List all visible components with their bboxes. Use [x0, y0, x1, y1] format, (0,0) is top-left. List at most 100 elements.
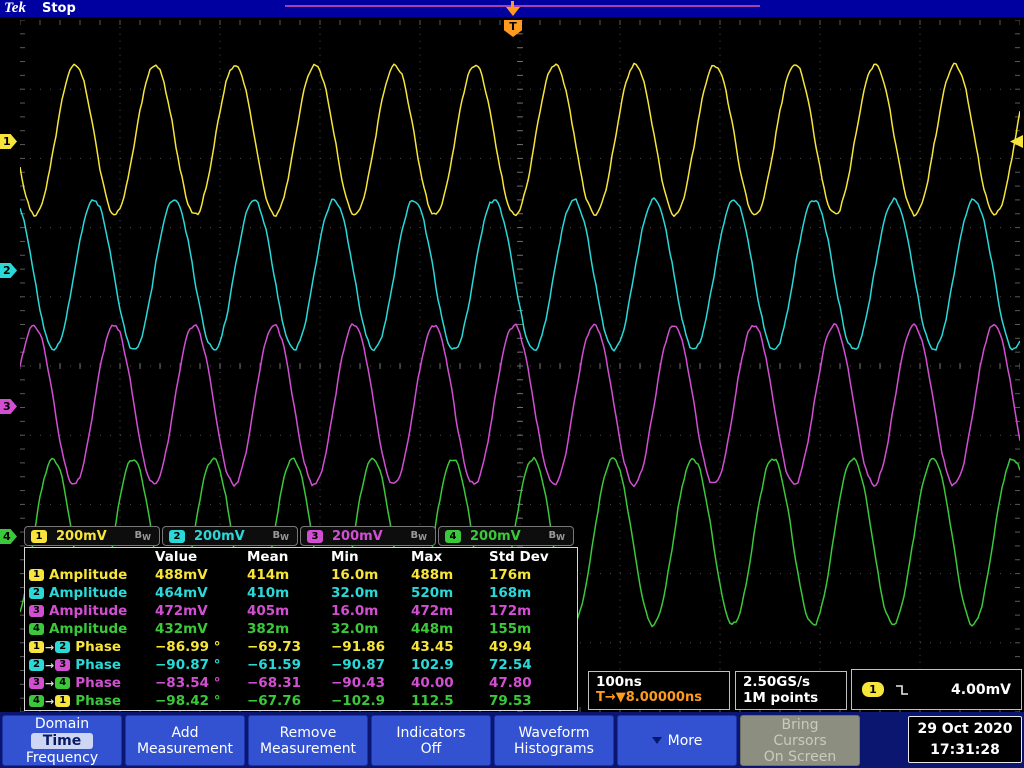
- channel-badge: 4: [445, 529, 461, 543]
- phase-arrow-icon: →: [45, 658, 55, 672]
- channel2-position-marker: 2: [0, 263, 17, 278]
- channel-scale: 200mV: [56, 528, 107, 544]
- menu-remove-l1: Remove: [279, 724, 337, 741]
- measurement-std: 155m: [489, 621, 532, 637]
- channel-scale: 200mV: [194, 528, 245, 544]
- measurement-label: 3 → 4 Phase: [25, 675, 155, 691]
- channel4-position-marker: 4: [0, 529, 17, 544]
- date-text: 29 Oct 2020: [917, 721, 1013, 737]
- measurement-row: 4 → 1 Phase −98.42 ° −67.76 −102.9 112.5 79.53: [25, 692, 577, 710]
- measurement-row: 2 Amplitude 464mV 410m 32.0m 520m 168m: [25, 584, 577, 602]
- channel-readout-strip: 1 200mV BW 2 200mV BW 3 200mV BW 4 200mV BW: [24, 526, 574, 546]
- menu-indicators-l2: Off: [420, 740, 442, 757]
- channel-badge: 4: [55, 677, 71, 689]
- channel-2-readout[interactable]: 2 200mV BW: [162, 526, 298, 546]
- header-value: Value: [155, 549, 198, 565]
- measurement-row: 2 → 3 Phase −90.87 ° −61.59 −90.87 102.9 72.54: [25, 656, 577, 674]
- menu-more-button[interactable]: More: [617, 715, 737, 766]
- measurement-min: 16.0m: [331, 603, 379, 619]
- measurement-value: −86.99 °: [155, 639, 221, 655]
- measurement-name: Phase: [75, 693, 122, 709]
- measurement-std: 176m: [489, 567, 532, 583]
- trigger-level-value: 4.00mV: [951, 681, 1011, 698]
- channel-1-readout[interactable]: 1 200mV BW: [24, 526, 160, 546]
- menu-indicators-button[interactable]: Indicators Off: [371, 715, 491, 766]
- trigger-readout: 1 4.00mV: [851, 669, 1022, 710]
- channel-badge: 3: [55, 659, 71, 671]
- header-mean: Mean: [247, 549, 289, 565]
- measurement-row: 3 → 4 Phase −83.54 ° −68.31 −90.43 40.00 47.80: [25, 674, 577, 692]
- measurement-label: 1 → 2 Phase: [25, 639, 155, 655]
- acquisition-readout: 2.50GS/s 1M points: [735, 671, 847, 710]
- menu-remove-measurement-button[interactable]: Remove Measurement: [248, 715, 368, 766]
- measurement-name: Amplitude: [49, 621, 128, 637]
- menu-domain-selected-time[interactable]: Time: [30, 732, 94, 749]
- measurement-value: −90.87 °: [155, 657, 221, 673]
- phase-arrow-icon: →: [45, 694, 55, 708]
- channel1-position-marker: 1: [0, 134, 17, 149]
- header-min: Min: [331, 549, 359, 565]
- channel-badge: 4: [29, 623, 44, 635]
- menu-domain-button[interactable]: Domain Time Frequency: [2, 715, 122, 766]
- channel-badge: 1: [31, 529, 47, 543]
- measurement-label: 1 Amplitude: [25, 567, 155, 583]
- measurement-max: 40.00: [411, 675, 454, 691]
- measurement-panel: Value Mean Min Max Std Dev 1 Amplitude 488…: [24, 547, 578, 711]
- measurement-header-row: Value Mean Min Max Std Dev: [25, 548, 577, 566]
- channel-badge: 2: [29, 587, 44, 599]
- measurement-std: 72.54: [489, 657, 532, 673]
- channel-scale: 200mV: [470, 528, 521, 544]
- menu-waveform-histograms-button[interactable]: Waveform Histograms: [494, 715, 614, 766]
- channel-badge: 2: [55, 641, 71, 653]
- datetime-display: 29 Oct 2020 17:31:28: [908, 716, 1022, 763]
- measurement-max: 472m: [411, 603, 454, 619]
- measurement-min: −91.86: [331, 639, 386, 655]
- measurement-row: 1 → 2 Phase −86.99 ° −69.73 −91.86 43.45 49.94: [25, 638, 577, 656]
- measurement-name: Amplitude: [49, 585, 128, 601]
- menu-indicators-l1: Indicators: [396, 724, 466, 741]
- measurement-value: 472mV: [155, 603, 208, 619]
- channel3-position-marker: 3: [0, 399, 17, 414]
- measurement-name: Amplitude: [49, 603, 128, 619]
- menu-add-measurement-button[interactable]: Add Measurement: [125, 715, 245, 766]
- measurement-mean: 410m: [247, 585, 290, 601]
- measurement-label: 3 Amplitude: [25, 603, 155, 619]
- menu-more-label: More: [667, 732, 703, 749]
- measurement-value: −98.42 °: [155, 693, 221, 709]
- measurement-value: 464mV: [155, 585, 208, 601]
- measurement-mean: −61.59: [247, 657, 302, 673]
- channel-scale: 200mV: [332, 528, 383, 544]
- menu-bring-cursors-button[interactable]: Bring Cursors On Screen: [740, 715, 860, 766]
- channel-4-readout[interactable]: 4 200mV BW: [438, 526, 574, 546]
- measurement-row: 3 Amplitude 472mV 405m 16.0m 472m 172m: [25, 602, 577, 620]
- measurement-min: −102.9: [331, 693, 386, 709]
- measurement-min: −90.43: [331, 675, 386, 691]
- menu-add-l2: Measurement: [136, 740, 234, 757]
- oscilloscope-screen: 1 2 3 4 T Tek Stop 1 200mV BW 2 200mV BW 3 200m…: [0, 0, 1024, 768]
- horizontal-scale: 100ns: [596, 674, 642, 690]
- tek-logo: Tek: [4, 0, 26, 16]
- record-length: 1M points: [743, 690, 819, 706]
- measurement-max: 448m: [411, 621, 454, 637]
- channel-badge: 3: [29, 605, 44, 617]
- header-max: Max: [411, 549, 443, 565]
- measurement-label: 2 → 3 Phase: [25, 657, 155, 673]
- measurement-max: 112.5: [411, 693, 454, 709]
- measurement-mean: 414m: [247, 567, 290, 583]
- measurement-mean: 405m: [247, 603, 290, 619]
- record-view-bar: [285, 5, 760, 7]
- measurement-std: 79.53: [489, 693, 532, 709]
- measurement-std: 47.80: [489, 675, 532, 691]
- trigger-top-arrow-tip-icon: [506, 7, 520, 16]
- measurement-value: −83.54 °: [155, 675, 221, 691]
- menu-remove-l2: Measurement: [259, 740, 357, 757]
- menu-histograms-l2: Histograms: [514, 740, 594, 757]
- channel-3-readout[interactable]: 3 200mV BW: [300, 526, 436, 546]
- menu-domain-title: Domain: [34, 715, 90, 732]
- bandwidth-icon: BW: [134, 530, 151, 542]
- measurement-max: 520m: [411, 585, 454, 601]
- measurement-row: 1 Amplitude 488mV 414m 16.0m 488m 176m: [25, 566, 577, 584]
- measurement-name: Phase: [75, 675, 122, 691]
- measurement-row: 4 Amplitude 432mV 382m 32.0m 448m 155m: [25, 620, 577, 638]
- measurement-min: 32.0m: [331, 585, 379, 601]
